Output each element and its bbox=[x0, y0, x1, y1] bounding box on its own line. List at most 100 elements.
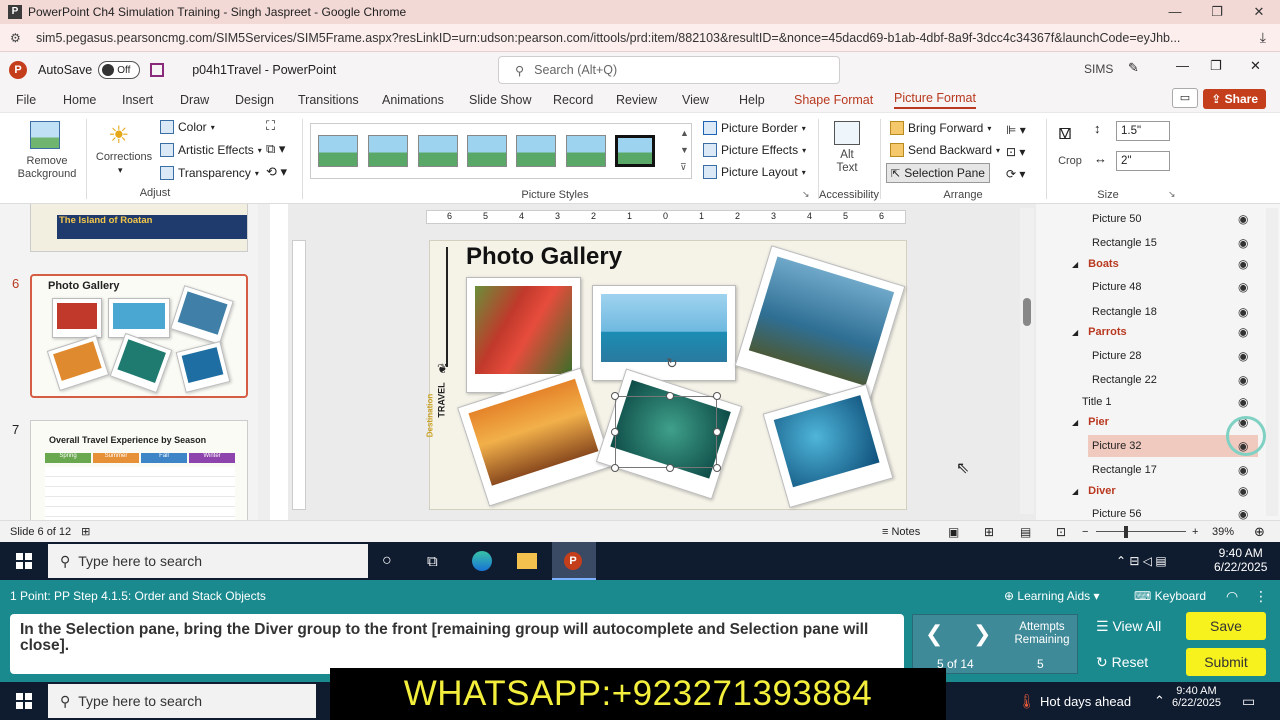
notes-button[interactable]: ≡ Notes bbox=[882, 526, 920, 538]
taskbar-search[interactable]: ⚲ Type here to search bbox=[48, 684, 316, 718]
picture-style-5[interactable] bbox=[516, 135, 556, 167]
selection-pane-scrollbar[interactable] bbox=[1266, 208, 1278, 516]
picture-style-2[interactable] bbox=[368, 135, 408, 167]
picture-style-7[interactable] bbox=[615, 135, 655, 167]
more-icon[interactable]: ⋮ bbox=[1254, 588, 1268, 605]
tab-transitions[interactable]: Transitions bbox=[298, 93, 359, 107]
clock[interactable]: 9:40 AM 6/22/2025 bbox=[1214, 546, 1267, 574]
eye-icon[interactable]: ◉ bbox=[1238, 280, 1248, 294]
chevron-up-icon[interactable]: ⌃ bbox=[1154, 693, 1165, 709]
transparency-button[interactable]: Transparency ▾ bbox=[160, 166, 259, 180]
slide-title[interactable]: Photo Gallery bbox=[466, 243, 622, 271]
ppt-search-box[interactable]: ⚲ Search (Alt+Q) bbox=[498, 56, 840, 84]
windows-start-icon[interactable] bbox=[16, 693, 32, 709]
share-button[interactable]: ⇪ Share bbox=[1203, 89, 1266, 109]
task-view-icon[interactable]: ⧉ bbox=[427, 553, 438, 570]
color-button[interactable]: Color ▾ bbox=[160, 120, 215, 134]
sp-item-rectangle-15[interactable]: Rectangle 15 ◉ bbox=[1036, 232, 1280, 254]
tab-animations[interactable]: Animations bbox=[382, 93, 444, 107]
resize-handle[interactable] bbox=[713, 392, 721, 400]
clock[interactable]: 9:40 AM 6/22/2025 bbox=[1172, 685, 1221, 709]
artistic-effects-button[interactable]: Artistic Effects ▾ bbox=[160, 143, 262, 157]
keyboard-button[interactable]: ⌨ Keyboard bbox=[1134, 589, 1206, 603]
eye-icon[interactable]: ◉ bbox=[1238, 463, 1248, 477]
corrections-button[interactable]: Corrections bbox=[92, 151, 156, 163]
sp-group-parrots[interactable]: ◢ Parrots ◉ bbox=[1036, 321, 1280, 343]
width-input[interactable]: 2" bbox=[1116, 151, 1170, 171]
fit-slide-icon[interactable]: ⊕ bbox=[1254, 524, 1265, 540]
taskbar-search[interactable]: ⚲ Type here to search bbox=[48, 544, 368, 578]
zoom-slider-thumb[interactable] bbox=[1124, 526, 1128, 538]
resize-handle[interactable] bbox=[666, 392, 674, 400]
reset-picture-icon[interactable]: ⟲ ▾ bbox=[266, 164, 287, 180]
rotate-handle-icon[interactable]: ↻ bbox=[666, 355, 678, 372]
picture-style-1[interactable] bbox=[318, 135, 358, 167]
zoom-out-icon[interactable]: − bbox=[1082, 526, 1088, 538]
slide-thumbnail-6[interactable]: Photo Gallery bbox=[30, 274, 248, 398]
sp-item-picture-48[interactable]: Picture 48 ◉ bbox=[1036, 276, 1280, 298]
picture-layout-button[interactable]: Picture Layout ▾ bbox=[703, 165, 806, 179]
ppt-close-button[interactable]: ✕ bbox=[1250, 58, 1261, 74]
photo-diver[interactable] bbox=[762, 384, 894, 508]
resize-handle[interactable] bbox=[611, 392, 619, 400]
bring-forward-button[interactable]: Bring Forward ▾ bbox=[890, 121, 991, 135]
next-arrow-icon[interactable]: ❯ bbox=[973, 621, 991, 647]
ppt-minimize-button[interactable]: — bbox=[1176, 58, 1189, 73]
accessibility-icon[interactable]: ⊞ bbox=[81, 525, 90, 538]
edge-icon[interactable] bbox=[472, 551, 492, 571]
picture-style-4[interactable] bbox=[467, 135, 507, 167]
photo-boats[interactable] bbox=[592, 285, 736, 381]
selection-pane-button[interactable]: ⇱ Selection Pane bbox=[886, 163, 990, 183]
eye-icon[interactable]: ◉ bbox=[1238, 484, 1248, 498]
zoom-slider[interactable] bbox=[1096, 531, 1186, 532]
remove-background-button[interactable]: Remove Background bbox=[10, 155, 84, 181]
file-explorer-icon[interactable] bbox=[517, 553, 537, 569]
tab-design[interactable]: Design bbox=[235, 93, 274, 107]
eye-icon[interactable]: ◉ bbox=[1238, 236, 1248, 250]
editor-scroll-thumb[interactable] bbox=[1023, 298, 1031, 326]
eye-icon[interactable]: ◉ bbox=[1238, 349, 1248, 363]
thumbs-scrollbar[interactable] bbox=[258, 204, 270, 520]
corrections-icon[interactable]: ☀ bbox=[108, 121, 130, 150]
tab-record[interactable]: Record bbox=[553, 93, 593, 107]
height-input[interactable]: 1.5" bbox=[1116, 121, 1170, 141]
sp-group-boats[interactable]: ◢ Boats ◉ bbox=[1036, 253, 1280, 275]
sp-item-rectangle-17[interactable]: Rectangle 17 ◉ bbox=[1036, 459, 1280, 481]
eye-icon[interactable]: ◉ bbox=[1238, 325, 1248, 339]
tab-draw[interactable]: Draw bbox=[180, 93, 209, 107]
url-text[interactable]: sim5.pegasus.pearsoncmg.com/SIM5Services… bbox=[36, 31, 1216, 45]
save-icon[interactable] bbox=[150, 63, 165, 77]
picture-style-3[interactable] bbox=[418, 135, 458, 167]
eye-icon[interactable]: ◉ bbox=[1238, 507, 1248, 520]
weather-text[interactable]: Hot days ahead bbox=[1040, 694, 1131, 709]
tab-shape-format[interactable]: Shape Format bbox=[794, 93, 873, 107]
photo-pier[interactable] bbox=[734, 245, 906, 407]
autosave-toggle[interactable]: Off bbox=[98, 61, 141, 79]
reading-view-icon[interactable]: ▤ bbox=[1020, 525, 1031, 539]
size-dialog-launcher-icon[interactable]: ↘ bbox=[1168, 189, 1176, 200]
change-picture-icon[interactable]: ⧉ ▾ bbox=[266, 141, 285, 157]
eye-icon[interactable]: ◉ bbox=[1238, 395, 1248, 409]
tray-icons[interactable]: ⌃ ⊟ ◁ ▤ bbox=[1116, 554, 1167, 568]
resize-handle[interactable] bbox=[666, 464, 674, 472]
zoom-level[interactable]: 39% bbox=[1212, 526, 1234, 538]
dialog-launcher-icon[interactable]: ↘ bbox=[802, 189, 810, 200]
slide-canvas[interactable]: Photo Gallery ❦ Destination TRAVEL ↻ bbox=[425, 240, 907, 510]
tab-insert[interactable]: Insert bbox=[122, 93, 153, 107]
sp-item-picture-56[interactable]: Picture 56 ◉ bbox=[1036, 503, 1280, 520]
sp-group-diver[interactable]: ◢ Diver ◉ bbox=[1036, 480, 1280, 502]
compress-pictures-icon[interactable]: ⛶ bbox=[266, 118, 275, 134]
picture-effects-button[interactable]: Picture Effects ▾ bbox=[703, 143, 806, 157]
crop-button[interactable]: Crop bbox=[1052, 155, 1088, 167]
gallery-scroll-icon[interactable]: ▲ ▼ ⊽ bbox=[680, 125, 689, 176]
sp-item-picture-28[interactable]: Picture 28 ◉ bbox=[1036, 345, 1280, 367]
eye-icon[interactable]: ◉ bbox=[1238, 373, 1248, 387]
editor-scrollbar[interactable] bbox=[1020, 208, 1034, 514]
save-button[interactable]: Save bbox=[1186, 612, 1266, 640]
resize-handle[interactable] bbox=[713, 464, 721, 472]
crop-icon[interactable]: ⟏ bbox=[1058, 119, 1072, 145]
slide-thumbnail-5[interactable]: The Island of Roatan bbox=[30, 204, 248, 252]
comments-icon[interactable]: ▭ bbox=[1172, 88, 1198, 108]
pen-icon[interactable]: ✎ bbox=[1128, 60, 1139, 76]
slide-thumbnail-7[interactable]: Overall Travel Experience by Season Spri… bbox=[30, 420, 248, 520]
